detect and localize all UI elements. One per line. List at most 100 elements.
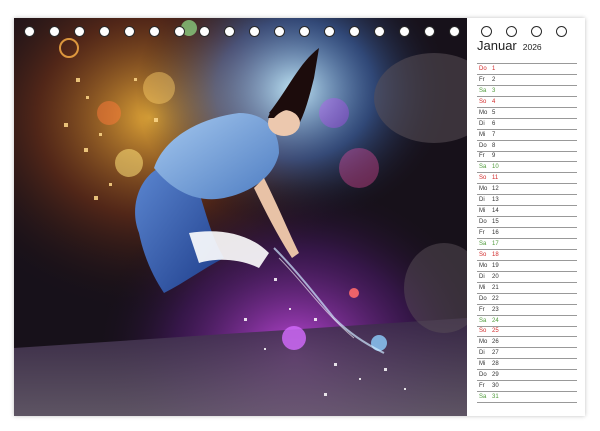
binding-hole [299,26,310,37]
binding-hole [124,26,135,37]
day-row: Sa 31 [477,392,577,404]
binding-hole [99,26,110,37]
day-number: 27 [492,350,499,357]
weekday-label: Mi [479,361,486,368]
weekday-label: So [479,328,487,335]
day-row: Di 6 [477,119,577,130]
day-number: 9 [492,153,496,160]
binding-hole [149,26,160,37]
dancer-photo [14,18,467,416]
day-number: 16 [492,230,499,237]
month-header: Januar 2026 [477,38,577,62]
day-number: 5 [492,109,496,116]
day-row: Fr 2 [477,75,577,86]
day-number: 3 [492,87,496,94]
day-number: 11 [492,175,499,182]
day-row: So 18 [477,250,577,261]
day-row: Do 8 [477,141,577,152]
day-number: 20 [492,273,499,280]
weekday-label: Do [479,142,487,149]
binding-hole [374,26,385,37]
binding-hole [199,26,210,37]
weekday-label: Do [479,295,487,302]
weekday-label: Fr [479,230,485,237]
weekday-label: Mo [479,186,488,193]
day-row: Do 15 [477,217,577,229]
day-number: 12 [492,186,499,193]
day-row: Di 27 [477,348,577,360]
weekday-label: Fr [479,383,485,390]
binding-hole [531,26,542,37]
day-number: 19 [492,262,499,269]
dancer-artwork [14,18,467,416]
weekday-label: Sa [479,164,487,171]
weekday-label: Do [479,219,487,226]
day-number: 17 [492,240,499,247]
day-row: Fr 16 [477,228,577,239]
day-number: 25 [492,328,499,335]
day-number: 4 [492,98,496,105]
binding-hole [24,26,35,37]
binding-hole [481,26,492,37]
day-row: So 25 [477,327,577,338]
day-number: 24 [492,317,499,324]
day-number: 26 [492,339,499,346]
day-row: Di 13 [477,195,577,207]
binding-hole [449,26,460,37]
day-number: 23 [492,306,499,313]
weekday-label: Di [479,350,485,357]
weekday-label: So [479,175,487,182]
day-number: 31 [492,394,499,401]
day-number: 8 [492,142,496,149]
day-row: Mi 28 [477,359,577,371]
day-number: 28 [492,361,499,368]
weekday-label: Sa [479,394,487,401]
weekday-label: Mi [479,208,486,215]
day-number: 7 [492,131,496,138]
day-row: Fr 30 [477,381,577,393]
day-list: Do 1 Fr 2 Sa 3 So 4 Mo 5 Di 6 Mi 7 Do 8 Fr 9 Sa 10 So 11 Mo 12 D… [477,63,577,404]
day-number: 1 [492,65,496,72]
binding-hole [399,26,410,37]
day-row: Mi 7 [477,130,577,141]
binding-hole [349,26,360,37]
day-number: 13 [492,197,499,204]
weekday-label: Do [479,372,487,379]
weekday-label: Fr [479,153,485,160]
month-panel: Januar 2026 Do 1 Fr 2 Sa 3 So 4 Mo 5 Di 6 Mi 7 Do 8 Fr 9 S… [477,38,577,404]
month-name: Januar [477,38,517,53]
day-row: Sa 3 [477,86,577,97]
day-number: 18 [492,251,499,258]
day-number: 22 [492,295,499,302]
weekday-label: So [479,251,487,258]
weekday-label: Mo [479,262,488,269]
day-row: Sa 24 [477,316,577,327]
calendar-page: Januar 2026 Do 1 Fr 2 Sa 3 So 4 Mo 5 Di 6 Mi 7 Do 8 Fr 9 S… [14,18,585,416]
weekday-label: Sa [479,317,487,324]
weekday-label: So [479,98,487,105]
binding-hole [49,26,60,37]
day-row: Mo 19 [477,261,577,272]
day-number: 21 [492,284,499,291]
day-row: Mi 14 [477,206,577,218]
weekday-label: Sa [479,87,487,94]
day-number: 10 [492,164,499,171]
day-row: Do 22 [477,294,577,305]
binding-hole [249,26,260,37]
day-row: So 11 [477,173,577,185]
weekday-label: Mi [479,131,486,138]
weekday-label: Mi [479,284,486,291]
month-year: 2026 [522,42,542,52]
day-row: Sa 17 [477,239,577,250]
day-row: Mo 12 [477,184,577,196]
binding-hole [274,26,285,37]
weekday-label: Di [479,273,485,280]
weekday-label: Mo [479,339,488,346]
binding-hole [74,26,85,37]
binding-hole [424,26,435,37]
binding-hole [224,26,235,37]
weekday-label: Sa [479,240,487,247]
weekday-label: Di [479,197,485,204]
weekday-label: Do [479,65,487,72]
binding-hole [506,26,517,37]
